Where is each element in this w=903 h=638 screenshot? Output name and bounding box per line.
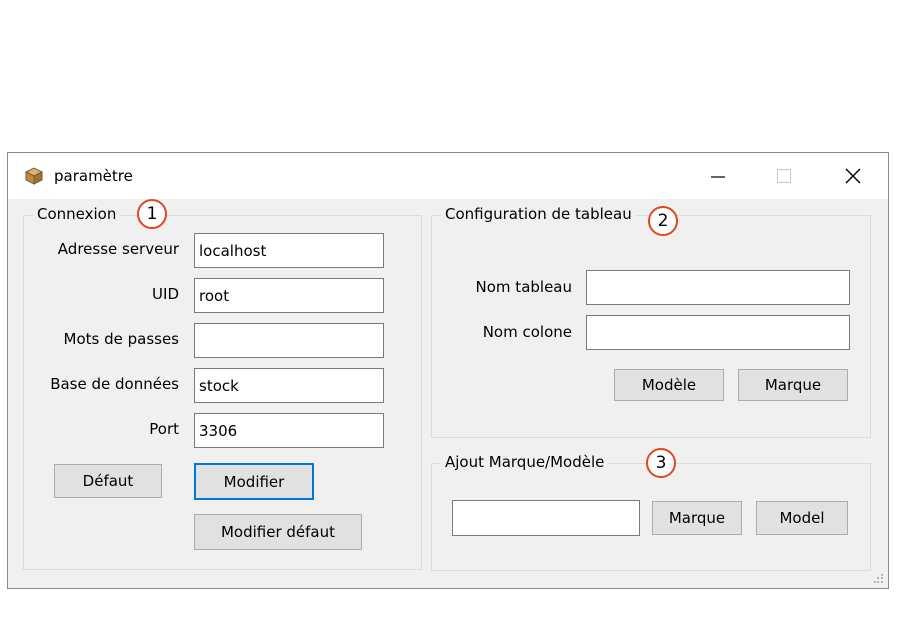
callout-badge-2: 2 [648,206,678,236]
password-label: Mots de passes [63,330,180,348]
window-title: paramètre [54,167,133,185]
maximize-button[interactable] [761,153,807,199]
server-address-value: localhost [199,241,267,260]
table-model-button[interactable]: Modèle [614,369,724,401]
port-value: 3306 [199,421,238,440]
password-input[interactable] [194,323,384,358]
column-name-label: Nom colone [482,323,572,341]
minimize-icon [711,176,725,178]
uid-value: root [199,286,230,305]
default-button[interactable]: Défaut [54,464,162,498]
modify-default-button[interactable]: Modifier défaut [194,514,362,550]
port-input[interactable]: 3306 [194,413,384,448]
database-value: stock [199,376,239,395]
maximize-icon [777,169,791,183]
table-config-group-title: Configuration de tableau [441,205,636,223]
minimize-button[interactable] [695,153,741,199]
close-icon [845,168,861,184]
close-button[interactable] [830,153,876,199]
add-model-button[interactable]: Model [756,501,848,535]
box-icon [24,167,44,185]
modify-button[interactable]: Modifier [194,463,314,500]
connexion-group-title: Connexion [33,205,121,223]
table-name-label: Nom tableau [475,278,572,296]
add-brand-model-group-title: Ajout Marque/Modèle [441,453,609,471]
database-label: Base de données [50,375,179,393]
add-entry-input[interactable] [452,500,640,536]
title-bar[interactable]: paramètre [8,153,888,199]
server-address-input[interactable]: localhost [194,233,384,268]
add-brand-button[interactable]: Marque [652,501,742,535]
column-name-input[interactable] [586,315,850,350]
callout-badge-1: 1 [137,199,167,229]
table-name-input[interactable] [586,270,850,305]
callout-badge-3: 3 [646,448,676,478]
port-label: Port [149,420,179,438]
settings-window: paramètre Connexion 1 Adresse serveur lo… [7,152,889,589]
server-address-label: Adresse serveur [57,240,179,258]
resize-grip-icon[interactable] [874,574,884,584]
uid-label: UID [152,285,179,303]
table-brand-button[interactable]: Marque [738,369,848,401]
database-input[interactable]: stock [194,368,384,403]
uid-input[interactable]: root [194,278,384,313]
